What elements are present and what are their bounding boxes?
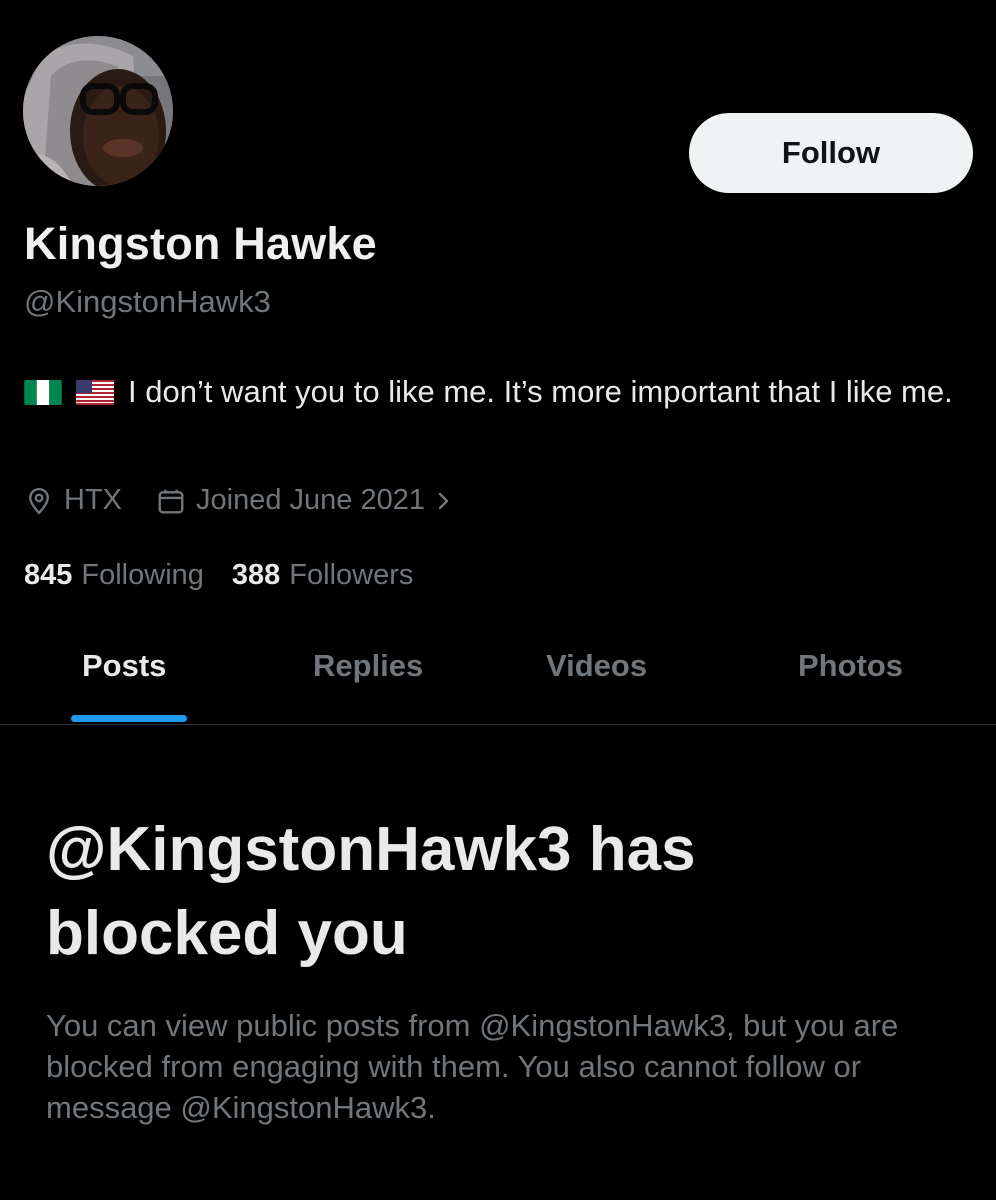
following-label: Following bbox=[81, 559, 204, 591]
chevron-right-icon bbox=[438, 492, 449, 509]
follow-button-label: Follow bbox=[781, 135, 881, 170]
location-text: HTX bbox=[64, 484, 122, 516]
usa-flag-icon bbox=[76, 380, 114, 405]
calendar-icon bbox=[158, 489, 184, 513]
nigeria-flag-icon bbox=[24, 380, 62, 405]
followers-count: 388 bbox=[231, 559, 281, 591]
profile-meta: HTX Joined June 2021 bbox=[24, 484, 453, 517]
blocked-title: @KingstonHawk3 has blocked you bbox=[46, 815, 696, 968]
tab-replies[interactable]: Replies bbox=[313, 648, 423, 684]
profile-tabs: Posts Replies Videos Photos bbox=[0, 628, 996, 725]
blocked-description: You can view public posts from @Kingston… bbox=[46, 1008, 899, 1125]
joined-text: Joined June 2021 bbox=[196, 484, 425, 516]
location: HTX bbox=[24, 484, 122, 517]
profile-stats: 845 Following 388 Followers bbox=[24, 559, 413, 592]
profile-display-name: Kingston Hawke bbox=[24, 218, 377, 269]
tab-posts[interactable]: Posts bbox=[82, 648, 166, 684]
following-stat[interactable]: 845 Following bbox=[24, 559, 204, 592]
joined-date[interactable]: Joined June 2021 bbox=[156, 484, 453, 517]
tab-videos[interactable]: Videos bbox=[546, 648, 647, 684]
followers-label: Followers bbox=[289, 559, 414, 591]
follow-button[interactable]: Follow bbox=[689, 113, 973, 193]
profile-handle: @KingstonHawk3 bbox=[24, 284, 271, 319]
bio-text: I don’t want you to like me. It’s more i… bbox=[128, 374, 953, 409]
followers-stat[interactable]: 388 Followers bbox=[232, 559, 413, 592]
avatar[interactable] bbox=[23, 36, 173, 186]
following-count: 845 bbox=[24, 559, 73, 591]
tab-photos[interactable]: Photos bbox=[798, 648, 903, 684]
active-tab-indicator bbox=[71, 715, 187, 722]
location-pin-icon bbox=[29, 487, 49, 515]
profile-bio: I don’t want you to like me. It’s more i… bbox=[24, 368, 954, 415]
